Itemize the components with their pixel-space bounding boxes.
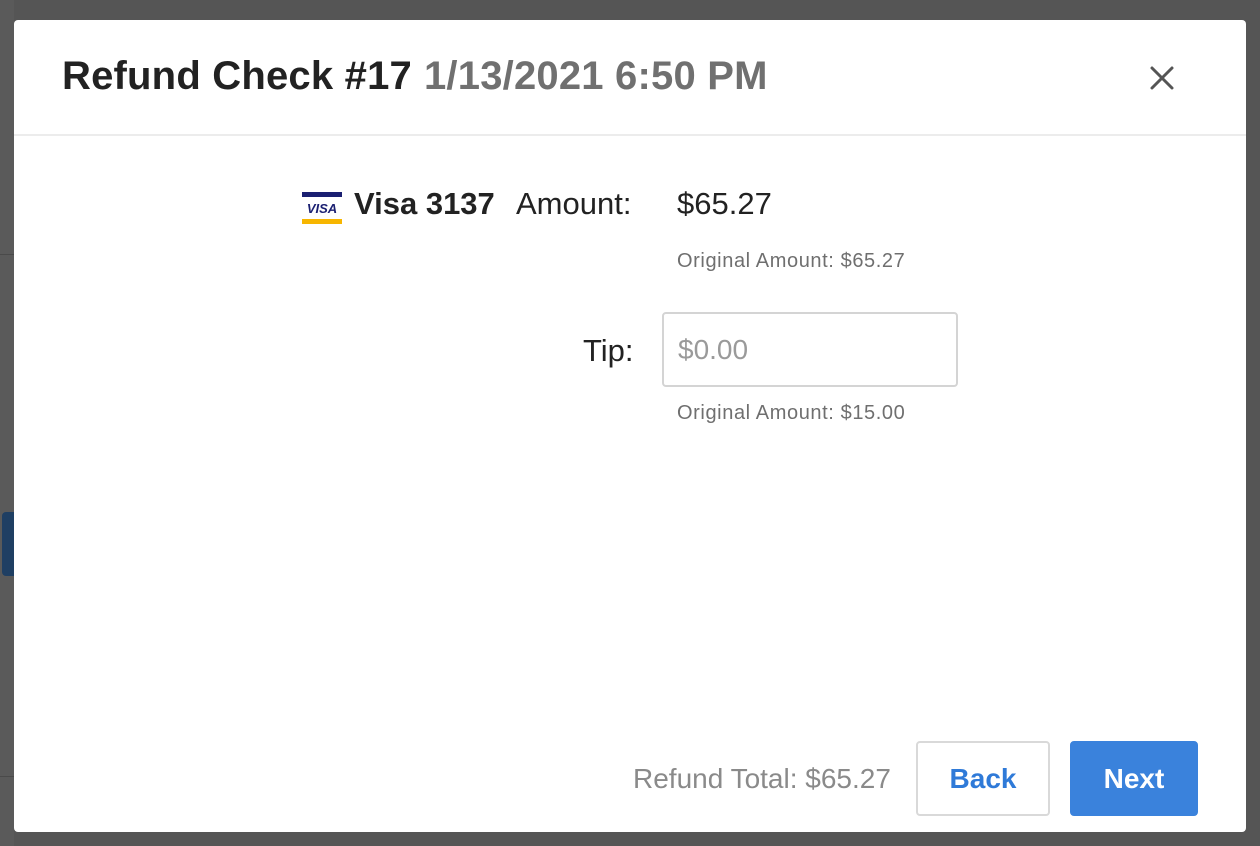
close-button[interactable]: [1146, 62, 1178, 94]
modal-title: Refund Check #17 1/13/2021 6:50 PM: [62, 54, 768, 99]
background-divider: [0, 776, 14, 777]
tip-input[interactable]: [662, 312, 958, 387]
modal-header: Refund Check #17 1/13/2021 6:50 PM: [14, 20, 1246, 136]
check-datetime: 1/13/2021 6:50 PM: [423, 54, 768, 98]
background-button: [2, 512, 14, 576]
refund-total: Refund Total: $65.27: [633, 763, 891, 794]
original-amount-note: Original Amount: $65.27: [677, 250, 906, 272]
original-tip-note: Original Amount: $15.00: [677, 402, 906, 424]
next-button[interactable]: Next: [1070, 741, 1198, 816]
refund-modal: Refund Check #17 1/13/2021 6:50 PM VISA V…: [14, 20, 1246, 832]
card-label: Visa 3137: [354, 186, 495, 221]
background-divider: [0, 254, 14, 255]
close-icon: [1150, 66, 1174, 90]
tip-label: Tip:: [583, 333, 634, 368]
amount-value: $65.27: [677, 186, 772, 221]
visa-card-icon: VISA: [302, 192, 342, 224]
visa-card-icon-wrap: VISA: [302, 188, 342, 228]
check-title: Refund Check #17: [62, 54, 412, 98]
background-page: [0, 0, 14, 846]
visa-wordmark: VISA: [307, 201, 337, 216]
back-button[interactable]: Back: [916, 741, 1050, 816]
amount-label: Amount:: [516, 186, 632, 221]
